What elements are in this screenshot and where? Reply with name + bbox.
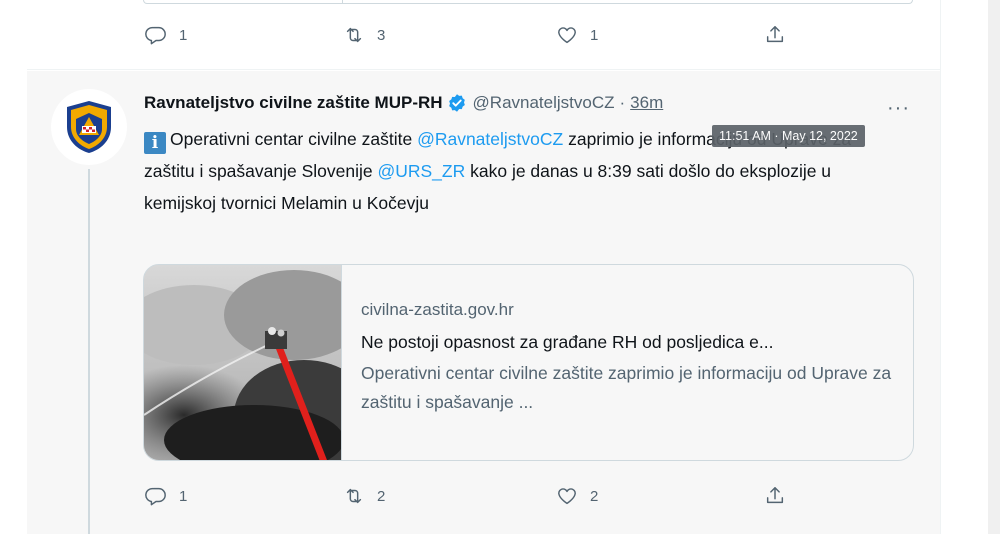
info-icon: i (144, 132, 166, 154)
card-domain: civilna-zastita.gov.hr (361, 300, 514, 319)
reply-count: 1 (179, 26, 188, 44)
share-button[interactable] (764, 24, 786, 46)
mention-link[interactable]: @URS_ZR (377, 161, 465, 181)
like-icon (558, 488, 576, 505)
tweet-text-part1: Operativni centar civilne zaštite (170, 129, 418, 149)
share-icon (766, 26, 784, 43)
retweet-button[interactable]: 2 (343, 485, 385, 507)
tweet-timestamp[interactable]: 36m (630, 93, 663, 113)
retweet-count: 2 (377, 487, 386, 505)
author-handle[interactable]: @RavnateljstvoCZ (473, 93, 615, 113)
reply-icon (145, 26, 166, 45)
card-title: Ne postoji opasnost za građane RH od pos… (361, 332, 774, 352)
reply-count: 1 (179, 487, 188, 505)
share-icon (766, 487, 784, 504)
retweet-icon (346, 27, 362, 43)
retweet-button[interactable]: 3 (343, 24, 385, 46)
mention-link[interactable]: @RavnateljstvoCZ (417, 129, 563, 149)
previous-card-edge (143, 0, 913, 4)
tweet-header: Ravnateljstvo civilne zaštite MUP-RH @Ra… (144, 93, 663, 113)
like-button[interactable]: 1 (556, 24, 598, 46)
share-button[interactable] (764, 485, 786, 507)
avatar[interactable] (51, 89, 127, 165)
verified-icon (448, 94, 465, 112)
like-button[interactable]: 2 (556, 485, 598, 507)
previous-tweet[interactable]: 1 3 1 (27, 0, 940, 70)
like-icon (558, 27, 576, 44)
like-count: 2 (590, 487, 599, 505)
tweet[interactable]: Ravnateljstvo civilne zaštite MUP-RH @Ra… (27, 71, 940, 534)
like-count: 1 (590, 26, 599, 44)
scrollbar[interactable] (988, 0, 1000, 534)
retweet-count: 3 (377, 26, 386, 44)
left-gutter (0, 0, 27, 534)
more-icon[interactable]: ··· (887, 97, 910, 120)
retweet-icon (346, 488, 362, 504)
reply-icon (145, 487, 166, 506)
author-name[interactable]: Ravnateljstvo civilne zaštite MUP-RH (144, 93, 443, 113)
link-card[interactable]: civilna-zastita.gov.hr Ne postoji opasno… (143, 264, 914, 461)
card-thumbnail (144, 265, 342, 460)
reply-button[interactable]: 1 (145, 24, 187, 46)
separator-dot: · (619, 93, 626, 112)
thread-line (88, 169, 90, 534)
reply-button[interactable]: 1 (145, 485, 187, 507)
card-body: civilna-zastita.gov.hr Ne postoji opasno… (361, 299, 901, 417)
card-description: Operativni centar civilne zaštite zaprim… (361, 363, 892, 412)
civil-protection-emblem-icon (67, 101, 111, 153)
timestamp-tooltip: 11:51 AM · May 12, 2022 (712, 125, 865, 147)
timeline: 1 3 1 Ravnateljstvo civilne zaštite MUP-… (27, 0, 940, 534)
